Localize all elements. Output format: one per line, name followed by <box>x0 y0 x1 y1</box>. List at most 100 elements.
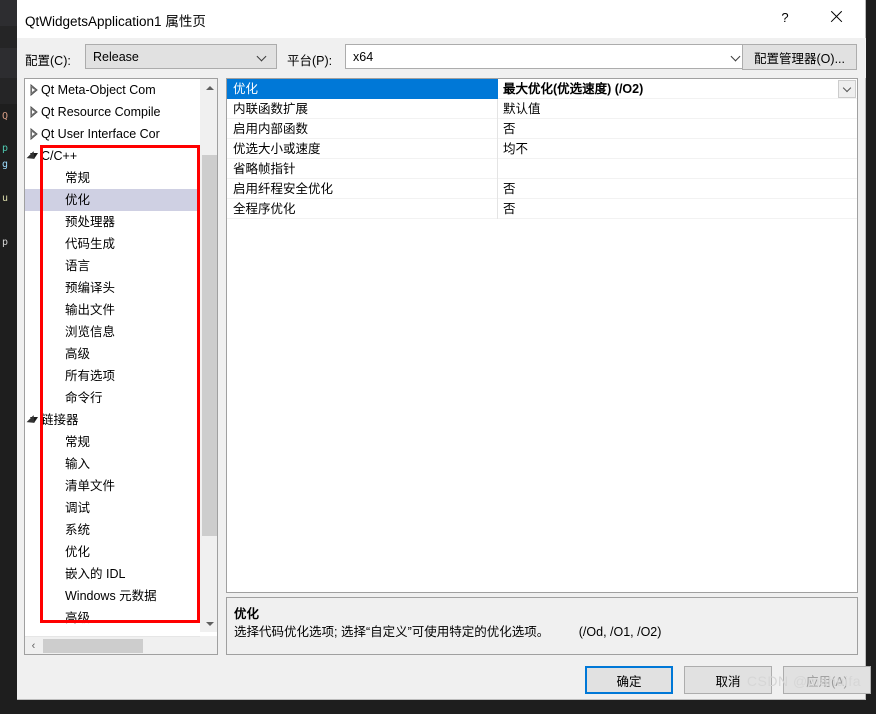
tree-item-24[interactable]: 高级 <box>25 607 200 629</box>
tree-item-label: 输出文件 <box>65 303 116 317</box>
tree-item-17[interactable]: 输入 <box>25 453 200 475</box>
tree-item-25[interactable]: 所有选项 <box>25 629 200 632</box>
configuration-manager-button[interactable]: 配置管理器(O)... <box>742 44 857 70</box>
ide-bottom-strip <box>0 700 876 714</box>
tree-item-0[interactable]: Qt Meta-Object Com <box>25 79 200 101</box>
tree-item-8[interactable]: 语言 <box>25 255 200 277</box>
property-pages-dialog: QtWidgetsApplication1 属性页 ? 配置(C): Relea… <box>17 0 871 700</box>
help-button[interactable]: ? <box>762 2 808 32</box>
description-panel: 优化 选择代码优化选项; 选择“自定义”可使用特定的优化选项。 (/Od, /O… <box>226 597 858 655</box>
tree-item-label: Qt User Interface Cor <box>41 127 160 141</box>
chevron-down-icon[interactable] <box>27 145 41 167</box>
tree-item-label: 代码生成 <box>65 237 116 251</box>
settings-tree[interactable]: Qt Meta-Object Com Qt Resource Compile Qt … <box>25 79 200 632</box>
tree-item-3[interactable]: C/C++ <box>25 145 200 167</box>
platform-combo[interactable]: x64 <box>345 44 751 69</box>
property-row[interactable]: 全程序优化 否 <box>227 199 857 219</box>
ide-tabstrip-secondary <box>0 26 17 48</box>
tree-item-23[interactable]: Windows 元数据 <box>25 585 200 607</box>
column-divider <box>497 119 498 139</box>
property-row[interactable]: 启用纤程安全优化 否 <box>227 179 857 199</box>
tree-item-21[interactable]: 优化 <box>25 541 200 563</box>
screen: Q p g u p QtWidgetsApplication1 属性页 ? 配置… <box>0 0 876 714</box>
tree-item-12[interactable]: 高级 <box>25 343 200 365</box>
configuration-bar: 配置(C): Release 平台(P): x64 配置管理器(O)... <box>17 38 866 78</box>
description-body: 选择代码优化选项; 选择“自定义”可使用特定的优化选项。 (/Od, /O1, … <box>234 621 661 640</box>
tree-item-label: 高级 <box>65 347 91 361</box>
vertical-scroll-thumb[interactable] <box>202 155 217 536</box>
tree-item-label: 优化 <box>65 193 91 207</box>
page-title: QtWidgetsApplication1 属性页 <box>25 14 206 29</box>
tree-item-label: 清单文件 <box>65 479 116 493</box>
tree-item-6[interactable]: 预处理器 <box>25 211 200 233</box>
expander-glyph <box>30 83 38 97</box>
property-row[interactable]: 优选大小或速度 均不 <box>227 139 857 159</box>
tree-item-14[interactable]: 命令行 <box>25 387 200 409</box>
property-row[interactable]: 内联函数扩展 默认值 <box>227 99 857 119</box>
property-row[interactable]: 启用内部函数 否 <box>227 119 857 139</box>
scroll-down-arrow-icon[interactable] <box>201 615 217 632</box>
tree-item-label: 所有选项 <box>65 369 116 383</box>
tree-item-10[interactable]: 输出文件 <box>25 299 200 321</box>
description-title: 优化 <box>234 607 260 621</box>
tree-item-label: Qt Meta-Object Com <box>41 83 156 97</box>
tree-item-label: Windows 元数据 <box>65 589 157 603</box>
chevron-down-icon[interactable] <box>27 409 41 431</box>
tree-horizontal-scrollbar[interactable]: ‹ › <box>25 636 217 654</box>
close-button[interactable] <box>813 2 859 32</box>
property-value: 最大优化(优选速度) (/O2) <box>503 82 644 96</box>
tree-item-label: 常规 <box>65 435 91 449</box>
tree-item-16[interactable]: 常规 <box>25 431 200 453</box>
property-row[interactable]: 省略帧指针 <box>227 159 857 179</box>
tree-item-2[interactable]: Qt User Interface Cor <box>25 123 200 145</box>
tree-item-19[interactable]: 调试 <box>25 497 200 519</box>
column-divider <box>497 99 498 119</box>
property-grid[interactable]: 优化 最大优化(优选速度) (/O2) 内联函数扩展 默认值 启用内部函数否优选大小或速… <box>226 78 858 593</box>
value-dropdown-button[interactable] <box>838 80 856 98</box>
ok-button[interactable]: 确定 <box>585 666 673 694</box>
tree-item-13[interactable]: 所有选项 <box>25 365 200 387</box>
tree-item-5[interactable]: 优化 <box>25 189 200 211</box>
tree-item-18[interactable]: 清单文件 <box>25 475 200 497</box>
column-divider <box>497 199 498 219</box>
tree-vertical-scrollbar[interactable] <box>200 79 217 632</box>
expander-glyph <box>30 127 38 141</box>
property-name: 内联函数扩展 <box>233 102 309 116</box>
platform-label: 平台(P): <box>287 54 333 68</box>
tree-item-9[interactable]: 预编译头 <box>25 277 200 299</box>
property-grid-rows: 优化 最大优化(优选速度) (/O2) 内联函数扩展 默认值 启用内部函数否优选大小或速… <box>227 79 857 219</box>
property-name: 优选大小或速度 <box>233 142 321 156</box>
horizontal-scroll-thumb[interactable] <box>43 639 143 653</box>
description-flags: (/Od, /O1, /O2) <box>578 625 662 639</box>
tree-item-7[interactable]: 代码生成 <box>25 233 200 255</box>
chevron-down-icon <box>842 83 852 92</box>
property-name: 优化 <box>227 79 497 99</box>
expander-glyph <box>30 105 38 119</box>
scroll-left-arrow-icon[interactable]: ‹ <box>25 637 42 654</box>
tree-item-4[interactable]: 常规 <box>25 167 200 189</box>
tree-item-22[interactable]: 嵌入的 IDL <box>25 563 200 585</box>
configuration-value: Release <box>93 49 139 64</box>
tree-item-label: 系统 <box>65 523 91 537</box>
watermark: CSDN @mahuifa <box>746 673 861 689</box>
chevron-right-icon[interactable] <box>27 123 41 145</box>
column-divider <box>497 179 498 199</box>
scroll-up-arrow-icon[interactable] <box>201 79 217 96</box>
tree-item-1[interactable]: Qt Resource Compile <box>25 101 200 123</box>
expander-glyph <box>30 153 38 159</box>
chevron-right-icon[interactable] <box>27 101 41 123</box>
tree-item-label: 优化 <box>65 545 91 559</box>
chevron-right-icon[interactable] <box>27 79 41 101</box>
settings-tree-panel: Qt Meta-Object Com Qt Resource Compile Qt … <box>24 78 218 655</box>
tree-item-11[interactable]: 浏览信息 <box>25 321 200 343</box>
question-mark-icon: ? <box>781 9 789 25</box>
configuration-combo[interactable]: Release <box>85 44 277 69</box>
property-name: 启用纤程安全优化 <box>233 182 334 196</box>
column-divider <box>497 139 498 159</box>
chevron-down-icon <box>732 52 741 61</box>
description-text: 选择代码优化选项; 选择“自定义”可使用特定的优化选项。 <box>234 625 550 639</box>
tree-item-20[interactable]: 系统 <box>25 519 200 541</box>
property-row[interactable]: 优化 最大优化(优选速度) (/O2) <box>227 79 857 99</box>
tree-item-15[interactable]: 链接器 <box>25 409 200 431</box>
tree-item-label: 调试 <box>65 501 91 515</box>
